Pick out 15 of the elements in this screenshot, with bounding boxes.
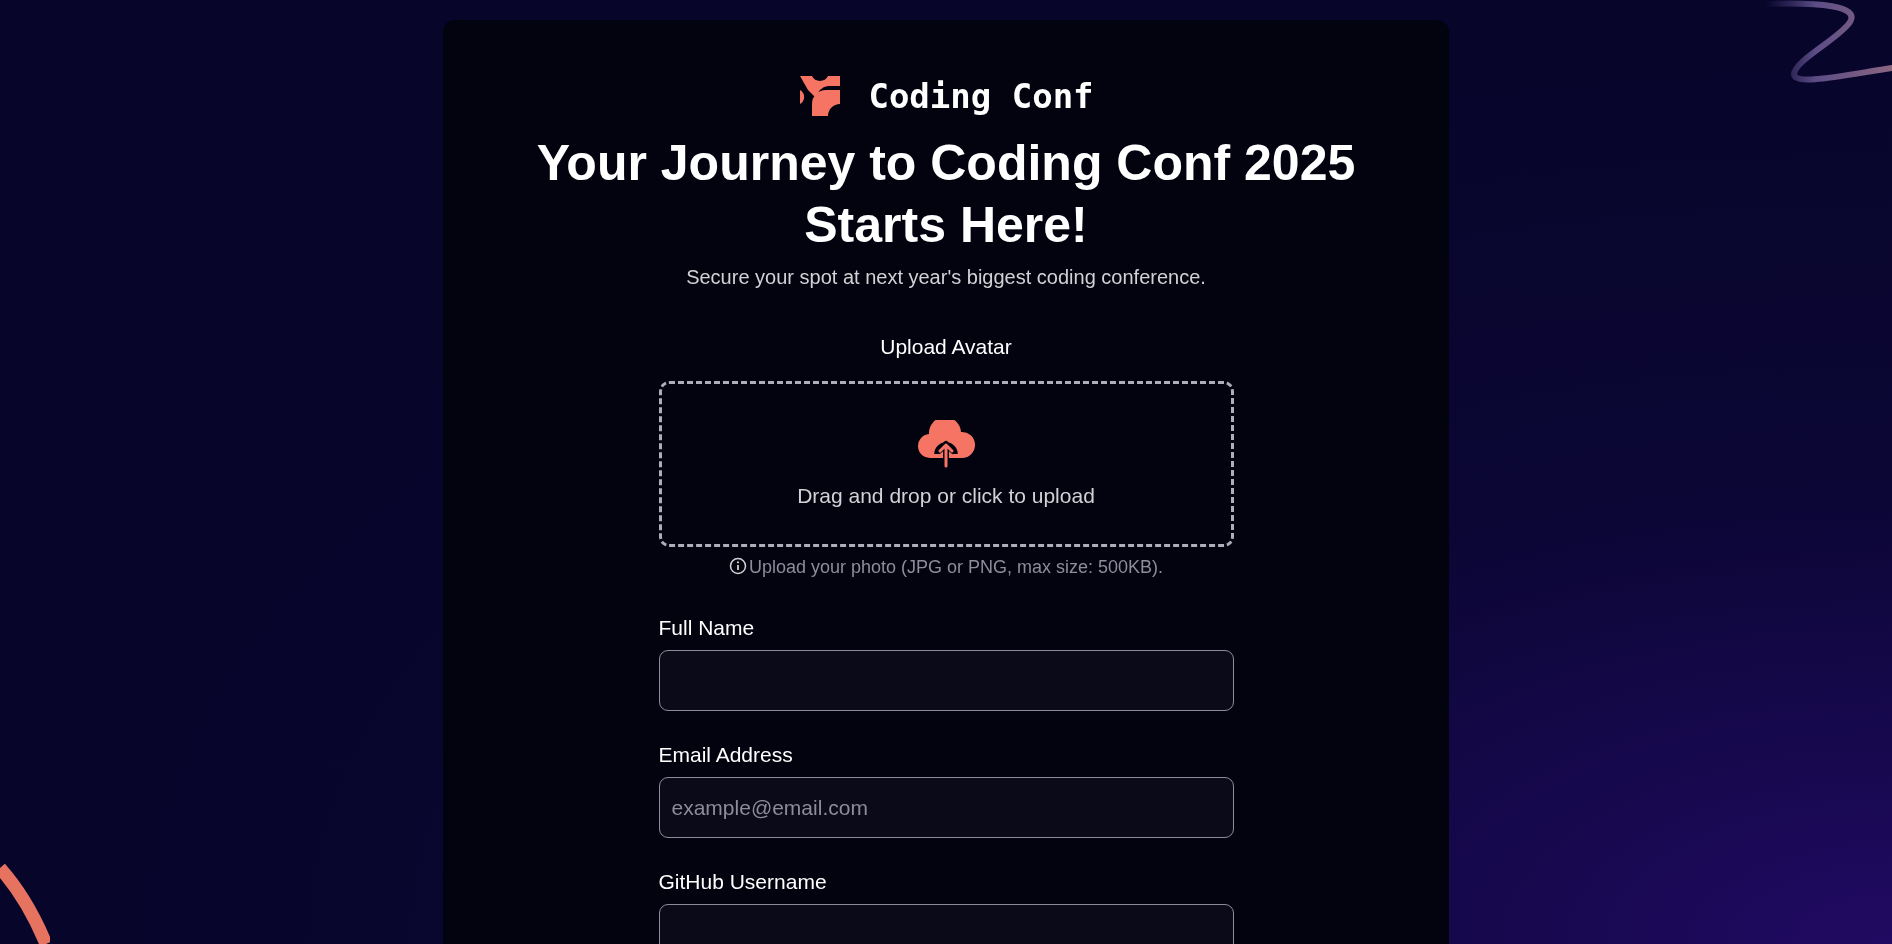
field-label: Full Name xyxy=(658,616,756,640)
logo-text: Coding Conf xyxy=(868,76,1094,116)
cloud-upload-icon xyxy=(917,420,975,468)
info-icon xyxy=(728,557,747,575)
subtitle: Secure your spot at next year's biggest coding conference. xyxy=(686,266,1206,289)
upload-prompt: Drag and drop or click to upload xyxy=(797,484,1095,508)
page-heading: Your Journey to Coding Conf 2025 Starts Here! xyxy=(536,134,1356,255)
upload-label: Upload Avatar xyxy=(880,335,1012,359)
input-field[interactable]: example@email.com xyxy=(658,777,1234,838)
upload-hint: Upload your photo (JPG or PNG, max size: 500KB). xyxy=(748,557,1164,578)
input-field[interactable] xyxy=(658,650,1234,711)
field-label: Email Address xyxy=(658,743,794,767)
field-label: GitHub Username xyxy=(658,870,828,894)
upload-dropzone[interactable]: Drag and drop or click to upload xyxy=(658,381,1234,547)
logo-icon xyxy=(798,74,843,118)
